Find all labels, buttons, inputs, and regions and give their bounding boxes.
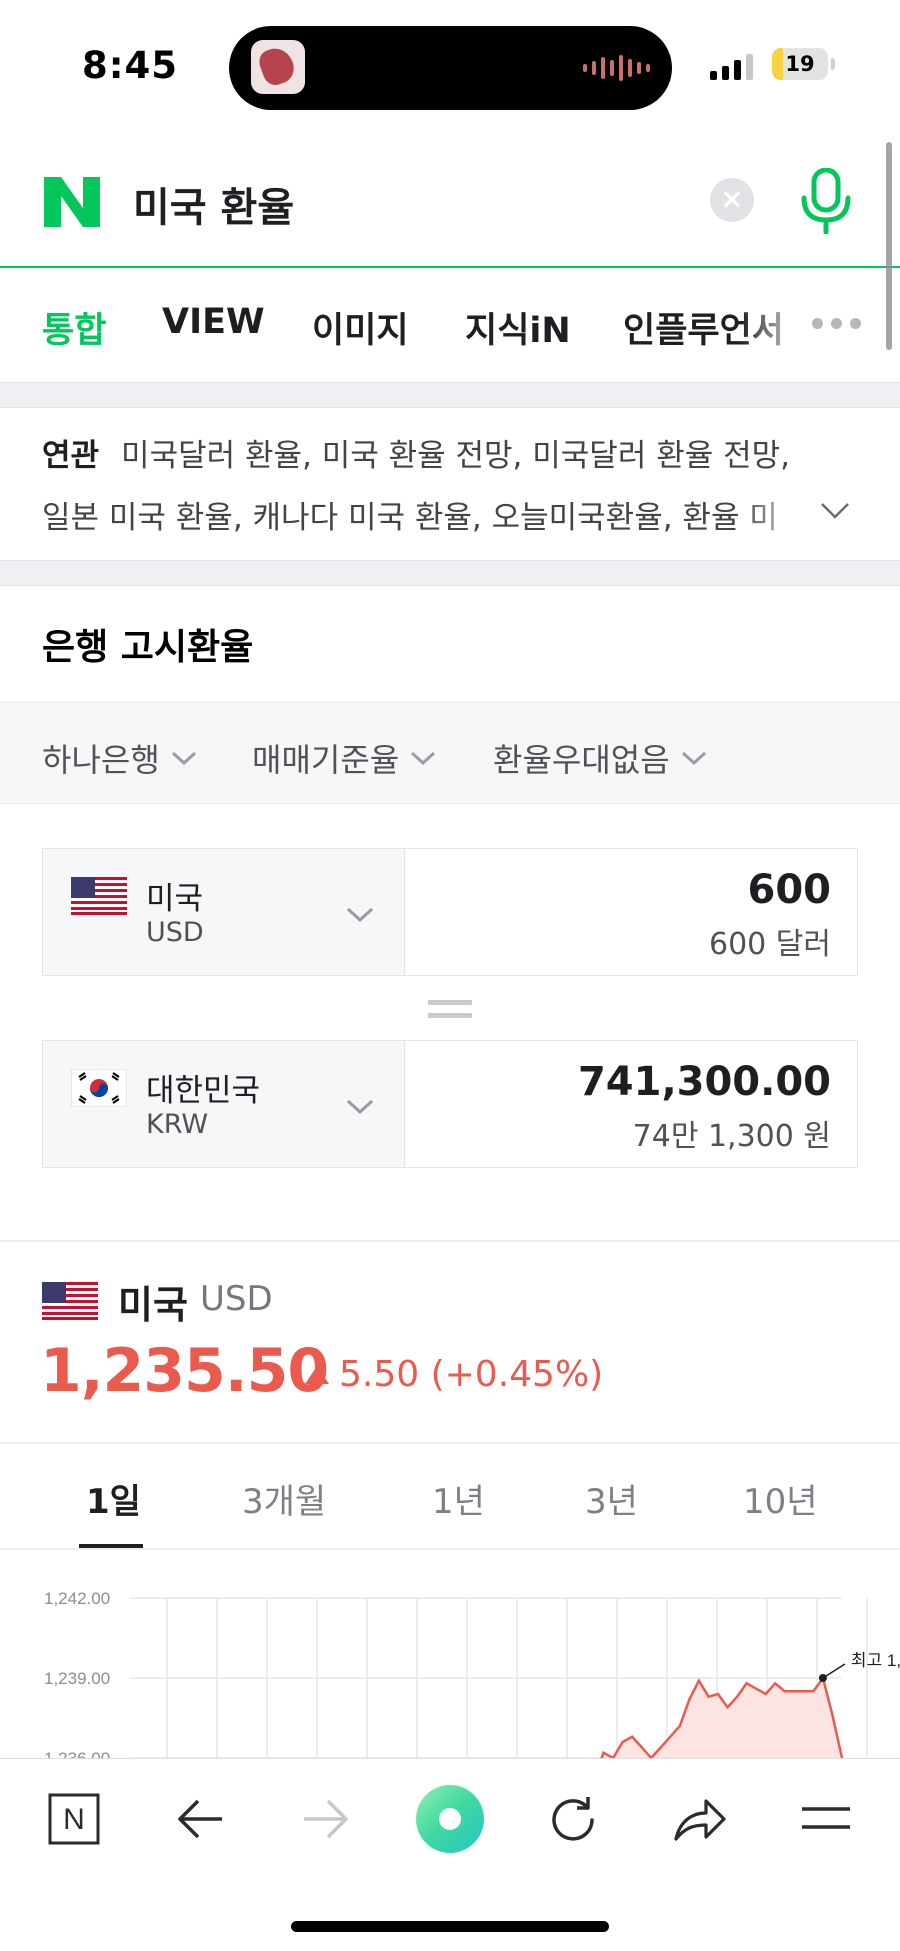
- period-tab-3y[interactable]: 3년: [585, 1474, 638, 1523]
- rate-change-text: 5.50 (+0.45%): [339, 1354, 604, 1395]
- chart-y-tick-label: 1,242.00: [44, 1589, 110, 1608]
- section-separator: [0, 382, 900, 408]
- period-tab-1y[interactable]: 1년: [432, 1474, 485, 1523]
- clear-search-button[interactable]: ×: [710, 178, 754, 222]
- bank-select-label: 하나은행: [42, 741, 160, 779]
- browser-toolbar: N: [0, 1758, 900, 1951]
- search-tabs: 통합 VIEW 이미지 지식iN 인플루언서: [0, 270, 900, 382]
- tab-images[interactable]: 이미지: [312, 302, 409, 353]
- battery-tip: [831, 58, 835, 70]
- rate-country-name: 미국: [118, 1283, 188, 1327]
- naver-logo-icon[interactable]: [44, 177, 100, 227]
- us-flag-icon: [71, 877, 127, 915]
- from-country-code: USD: [146, 917, 204, 948]
- chart-annotation-leader: [822, 1663, 846, 1679]
- battery-percent: 19: [785, 52, 815, 76]
- related-searches: 연관 미국달러 환율, 미국 환율 전망, 미국달러 환율 전망, 일본 미국 환…: [0, 408, 900, 560]
- home-button-label: N: [63, 1803, 85, 1836]
- from-currency-row: 미국 USD 600 600 달러: [42, 848, 858, 976]
- from-amount-input[interactable]: 600: [748, 867, 832, 913]
- share-icon[interactable]: [672, 1795, 726, 1843]
- rate-country-code: USD: [200, 1279, 273, 1319]
- exchange-rate-value: 1,235.50: [40, 1336, 329, 1406]
- tab-knowledge-in[interactable]: 지식iN: [465, 302, 571, 353]
- korea-flag-icon: [71, 1069, 127, 1107]
- rate-chart[interactable]: 1,242.001,239.001,236.00최고 1,239: [0, 1550, 900, 1760]
- green-dot-button[interactable]: [414, 1783, 486, 1855]
- us-flag-icon: [42, 1282, 98, 1320]
- tab-all[interactable]: 통합: [42, 302, 106, 353]
- bank-select[interactable]: 하나은행: [42, 735, 198, 781]
- search-input[interactable]: 미국 환율: [133, 175, 294, 233]
- status-time: 8:45: [82, 44, 179, 87]
- dynamic-island[interactable]: [229, 26, 672, 110]
- now-playing-artwork[interactable]: [251, 40, 305, 94]
- chevron-down-icon: [346, 1099, 374, 1115]
- menu-icon[interactable]: [800, 1803, 852, 1833]
- chevron-down-icon: [681, 751, 706, 766]
- discount-select[interactable]: 환율우대없음: [493, 735, 708, 781]
- to-amount-value[interactable]: 741,300.00: [578, 1059, 831, 1105]
- naver-home-button[interactable]: N: [48, 1793, 100, 1845]
- to-country-code: KRW: [146, 1109, 209, 1140]
- search-bar: 미국 환율 ×: [0, 132, 900, 268]
- related-line-2[interactable]: 일본 미국 환율, 캐나다 미국 환율, 오늘미국환율, 환율 미: [42, 492, 778, 537]
- chevron-down-icon[interactable]: [820, 496, 850, 526]
- chart-y-tick-label: 1,239.00: [44, 1669, 110, 1688]
- chevron-down-icon: [171, 751, 196, 766]
- from-amount-words: 600 달러: [709, 927, 831, 962]
- more-tabs-icon[interactable]: [812, 318, 861, 329]
- card-title: 은행 고시환율: [42, 627, 254, 668]
- home-indicator[interactable]: [291, 1921, 609, 1932]
- period-tab-3m[interactable]: 3개월: [242, 1474, 326, 1523]
- to-amount-words: 74만 1,300 원: [632, 1119, 831, 1154]
- forward-arrow-icon[interactable]: [302, 1797, 350, 1841]
- microphone-icon[interactable]: [798, 168, 854, 234]
- to-currency-select[interactable]: 대한민국 KRW: [43, 1041, 405, 1167]
- reload-icon[interactable]: [548, 1795, 600, 1845]
- divider: [0, 1240, 900, 1242]
- period-tab-10y[interactable]: 10년: [743, 1474, 818, 1523]
- related-text-1[interactable]: 미국달러 환율, 미국 환율 전망, 미국달러 환율 전망,: [121, 438, 790, 474]
- status-bar: 8:45 19: [0, 0, 900, 130]
- chevron-down-icon: [346, 907, 374, 923]
- related-tag: 연관: [42, 438, 100, 474]
- divider: [0, 1442, 900, 1444]
- section-separator: [0, 560, 900, 586]
- from-country-name: 미국: [146, 881, 204, 917]
- filter-bar: 하나은행 매매기준율 환율우대없음: [0, 702, 900, 804]
- equals-icon: [428, 1000, 472, 1022]
- rate-chart-svg: 1,242.001,239.001,236.00최고 1,239: [44, 1589, 900, 1760]
- related-line-1[interactable]: 연관 미국달러 환율, 미국 환율 전망, 미국달러 환율 전망,: [42, 430, 790, 475]
- chart-max-annotation: 최고 1,239: [851, 1651, 900, 1670]
- from-currency-select[interactable]: 미국 USD: [43, 849, 405, 975]
- chevron-down-icon: [411, 751, 436, 766]
- back-arrow-icon[interactable]: [176, 1797, 224, 1841]
- tab-view[interactable]: VIEW: [162, 302, 265, 342]
- discount-label: 환율우대없음: [493, 741, 670, 779]
- period-tabs: 1일 3개월 1년 3년 10년: [0, 1446, 900, 1548]
- rate-type-select[interactable]: 매매기준율: [252, 735, 437, 781]
- rate-type-label: 매매기준율: [252, 741, 400, 779]
- up-triangle-icon: [305, 1365, 329, 1384]
- to-currency-row: 대한민국 KRW 741,300.00 74만 1,300 원: [42, 1040, 858, 1168]
- battery-icon: 19: [772, 48, 828, 80]
- close-icon: ×: [720, 182, 744, 215]
- period-tab-1d[interactable]: 1일: [86, 1474, 141, 1523]
- audio-wave-icon: [583, 54, 650, 82]
- cellular-signal-icon: [710, 54, 753, 80]
- rate-change: 5.50 (+0.45%): [305, 1354, 603, 1395]
- to-country-name: 대한민국: [146, 1073, 261, 1109]
